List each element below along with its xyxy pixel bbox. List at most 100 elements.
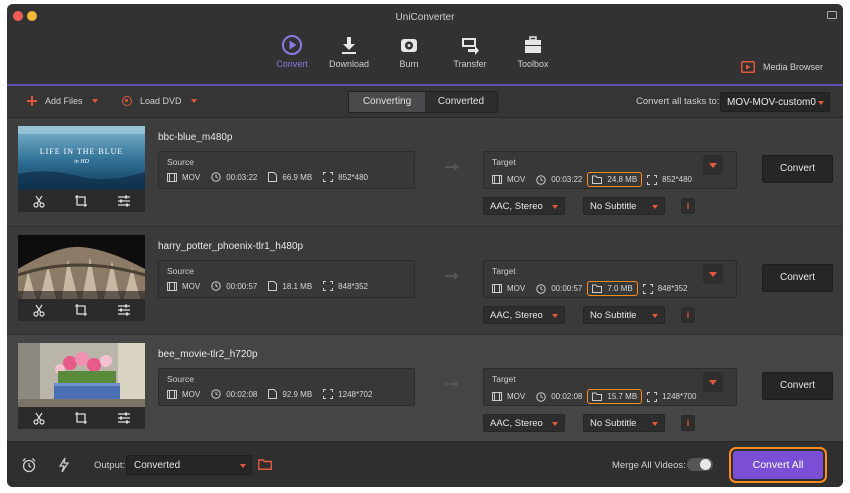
info-button[interactable]: i xyxy=(681,198,695,214)
adjust-icon[interactable] xyxy=(117,303,131,317)
tab-convert[interactable]: Convert xyxy=(269,34,315,69)
resolution-icon xyxy=(323,172,334,182)
adjust-icon[interactable] xyxy=(117,411,131,425)
target-duration: 00:00:57 xyxy=(551,284,583,293)
tab-toolbox-label: Toolbox xyxy=(517,59,549,69)
task-row: harry_potter_phoenix-tlr1_h480p Source M… xyxy=(7,226,843,334)
subtitle-select[interactable]: No Subtitle xyxy=(583,414,665,432)
chevron-down-icon[interactable] xyxy=(190,99,197,103)
clock-icon xyxy=(536,283,546,294)
target-format: MOV xyxy=(507,392,526,401)
convert-all-label: Convert All xyxy=(733,451,823,479)
convert-all-button[interactable]: Convert All xyxy=(729,447,827,483)
audio-track-select[interactable]: AAC, Stereo xyxy=(483,414,565,432)
add-files-button[interactable]: Add Files xyxy=(27,96,98,106)
resolution-icon xyxy=(647,174,658,185)
arrow-right-icon xyxy=(445,380,459,388)
folder-icon xyxy=(592,284,603,293)
tab-convert-label: Convert xyxy=(276,59,308,69)
file-icon xyxy=(268,389,278,399)
output-folder-value: Converted xyxy=(134,460,181,471)
alarm-clock-icon[interactable] xyxy=(21,457,37,473)
source-label: Source xyxy=(167,266,194,276)
resolution-icon xyxy=(647,391,658,402)
target-settings-dropdown[interactable] xyxy=(703,372,723,392)
target-size-highlight: 15.7 MB xyxy=(587,389,643,404)
source-format: MOV xyxy=(182,389,201,399)
target-label: Target xyxy=(492,157,516,167)
source-label: Source xyxy=(167,157,194,167)
audio-track-select[interactable]: AAC, Stereo xyxy=(483,306,565,324)
source-resolution: 1248*702 xyxy=(338,389,373,399)
tab-converted[interactable]: Converted xyxy=(425,92,497,112)
info-button[interactable]: i xyxy=(681,307,695,323)
subtitle-select[interactable]: No Subtitle xyxy=(583,197,665,215)
film-icon xyxy=(167,281,177,291)
convert-button[interactable]: Convert xyxy=(762,264,833,292)
audio-track-select[interactable]: AAC, Stereo xyxy=(483,197,565,215)
subtitle-select[interactable]: No Subtitle xyxy=(583,306,665,324)
lightning-icon[interactable] xyxy=(58,457,70,473)
adjust-icon[interactable] xyxy=(117,194,131,208)
target-label: Target xyxy=(492,374,516,384)
file-icon xyxy=(268,172,278,182)
audio-value: AAC, Stereo xyxy=(490,418,543,429)
merge-all-label: Merge All Videos: xyxy=(612,460,686,471)
feedback-icon[interactable] xyxy=(827,11,837,19)
media-browser-label: Media Browser xyxy=(763,62,824,72)
crop-icon[interactable] xyxy=(74,303,88,317)
target-duration: 00:02:08 xyxy=(551,392,583,401)
tab-burn[interactable]: Burn xyxy=(380,34,438,69)
film-icon xyxy=(492,284,502,293)
tab-transfer[interactable]: Transfer xyxy=(441,34,499,69)
output-format-select[interactable]: MOV-MOV-custom0 xyxy=(720,92,830,112)
subtitle-value: No Subtitle xyxy=(590,201,637,212)
scissors-icon[interactable] xyxy=(32,194,46,208)
target-resolution: 852*480 xyxy=(662,175,692,184)
resolution-icon xyxy=(323,281,334,291)
source-label: Source xyxy=(167,374,194,384)
tab-toolbox[interactable]: Toolbox xyxy=(504,34,562,69)
film-icon xyxy=(492,392,502,401)
chevron-down-icon xyxy=(552,205,558,209)
file-name: bee_movie-tlr2_h720p xyxy=(158,349,258,360)
chevron-down-icon xyxy=(552,314,558,318)
info-button[interactable]: i xyxy=(681,415,695,431)
load-dvd-button[interactable]: Load DVD xyxy=(122,96,197,106)
source-duration: 00:03:22 xyxy=(226,172,258,182)
chevron-down-icon xyxy=(652,205,658,209)
target-info: Target MOV 00:02:08 15.7 MB 1248*700 xyxy=(483,368,737,406)
scissors-icon[interactable] xyxy=(32,411,46,425)
audio-value: AAC, Stereo xyxy=(490,310,543,321)
target-duration: 00:03:22 xyxy=(551,175,583,184)
burn-icon xyxy=(401,39,417,52)
output-folder-select[interactable]: Converted xyxy=(126,455,252,475)
target-size: 15.7 MB xyxy=(607,392,638,401)
transfer-icon xyxy=(462,38,479,55)
arrow-right-icon xyxy=(445,272,459,280)
tab-download[interactable]: Download xyxy=(321,34,377,69)
clock-icon xyxy=(536,391,546,402)
thumbnail-toolbar xyxy=(18,407,145,429)
thumbnail-image xyxy=(18,235,145,299)
action-bar: Add Files Load DVD Converting Converted … xyxy=(7,86,843,118)
crop-icon[interactable] xyxy=(74,411,88,425)
chevron-down-icon[interactable] xyxy=(91,99,98,103)
source-size: 92.9 MB xyxy=(282,389,313,399)
convert-button[interactable]: Convert xyxy=(762,155,833,183)
chevron-down-icon xyxy=(240,464,246,468)
tab-converting[interactable]: Converting xyxy=(349,92,425,112)
thumbnail-title: LIFE IN THE BLUE xyxy=(40,147,124,156)
convert-button[interactable]: Convert xyxy=(762,372,833,400)
target-settings-dropdown[interactable] xyxy=(703,155,723,175)
thumbnail-toolbar xyxy=(18,299,145,321)
crop-icon[interactable] xyxy=(74,194,88,208)
target-settings-dropdown[interactable] xyxy=(703,264,723,284)
open-folder-icon[interactable] xyxy=(258,459,272,470)
media-browser-button[interactable]: Media Browser xyxy=(741,61,823,73)
source-resolution: 848*352 xyxy=(338,281,368,291)
clock-icon xyxy=(211,172,221,182)
scissors-icon[interactable] xyxy=(32,303,46,317)
merge-toggle[interactable] xyxy=(687,458,713,471)
file-name: harry_potter_phoenix-tlr1_h480p xyxy=(158,241,304,252)
